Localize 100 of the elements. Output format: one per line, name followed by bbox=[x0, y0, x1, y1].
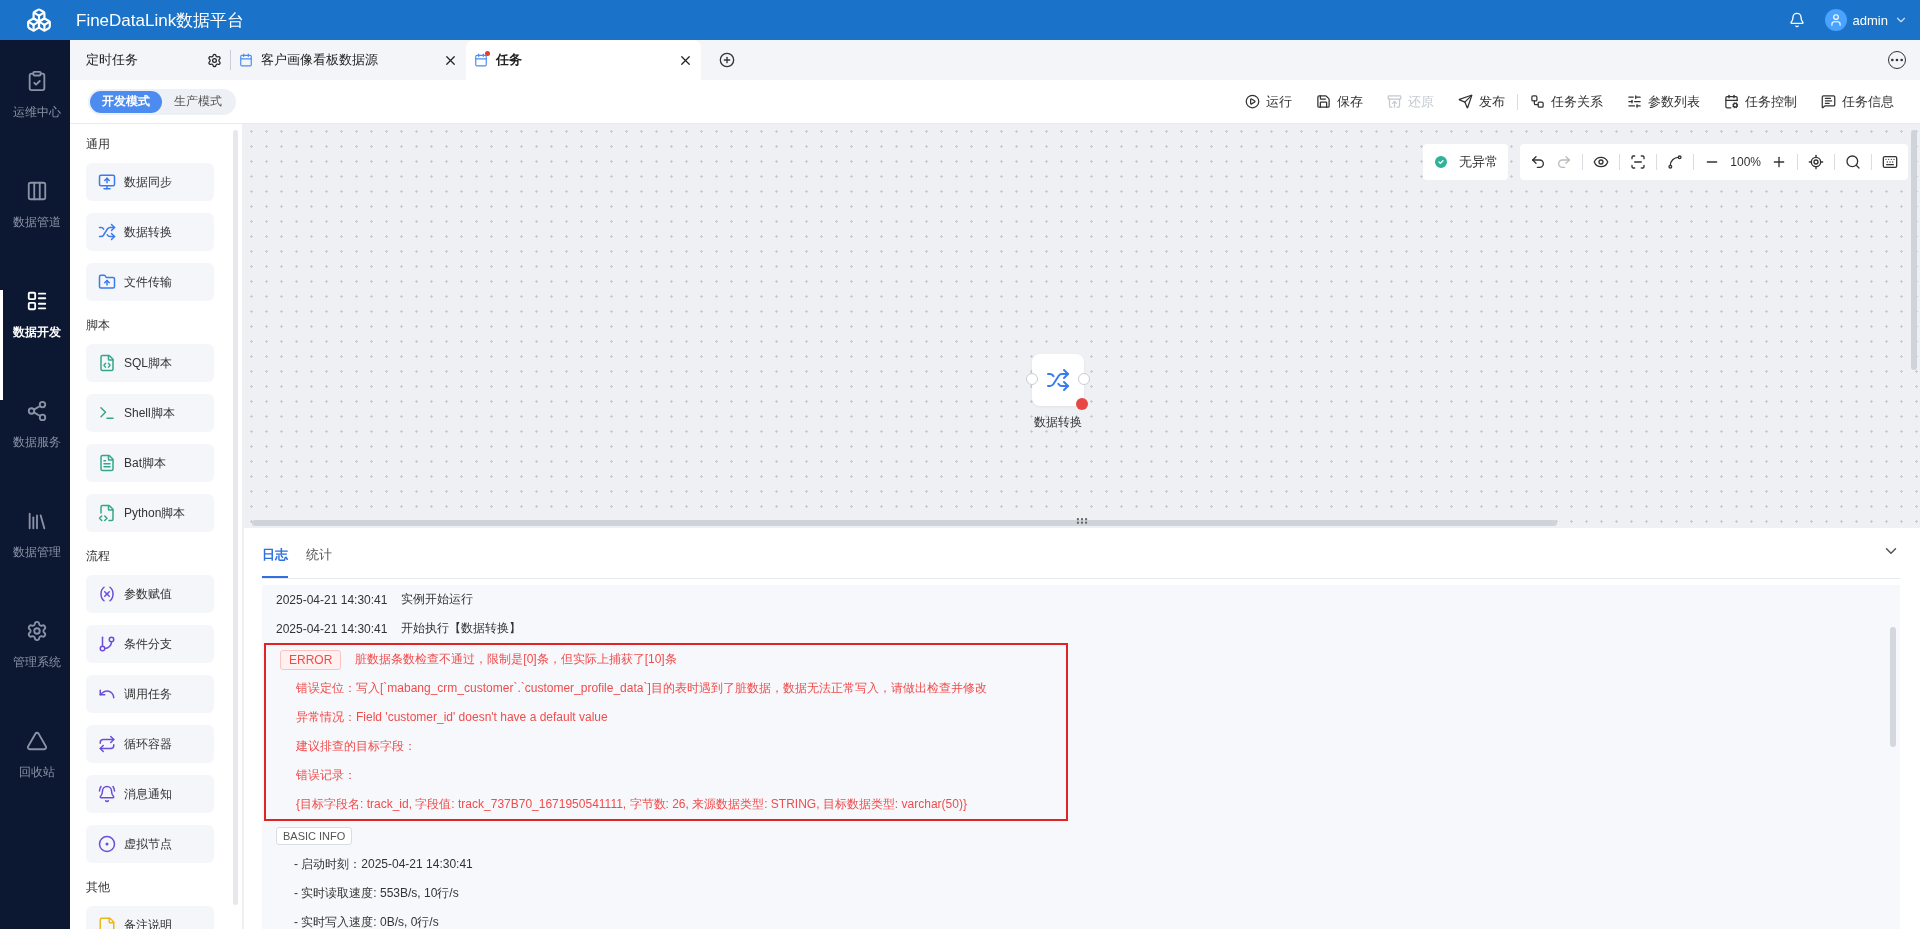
repeat-icon bbox=[98, 735, 116, 753]
node-card[interactable]: Python脚本 bbox=[86, 494, 214, 532]
toolbar-button[interactable]: 参数列表 bbox=[1615, 92, 1712, 111]
undo-icon[interactable] bbox=[1530, 154, 1547, 170]
zoom-in-icon[interactable] bbox=[1771, 154, 1787, 170]
variable-icon bbox=[98, 585, 116, 603]
toolbar-button[interactable]: 任务控制 bbox=[1712, 92, 1809, 111]
folder-icon bbox=[98, 273, 116, 291]
restore-icon bbox=[1387, 94, 1402, 109]
share-icon bbox=[25, 400, 48, 422]
toolbar-button[interactable]: 保存 bbox=[1304, 92, 1375, 111]
log-message: 开始执行【数据转换】 bbox=[401, 620, 522, 637]
save-icon bbox=[1316, 94, 1331, 109]
log-tab[interactable]: 统计 bbox=[306, 546, 332, 578]
branch-icon bbox=[98, 635, 116, 653]
shuffle-icon bbox=[98, 223, 116, 241]
node-card[interactable]: Shell脚本 bbox=[86, 394, 214, 432]
locate-icon[interactable] bbox=[1808, 154, 1824, 170]
eye-icon[interactable] bbox=[1593, 154, 1610, 170]
nav-item[interactable]: 管理系统 bbox=[0, 620, 70, 730]
log-tab[interactable]: 日志 bbox=[262, 546, 288, 578]
notification-icon[interactable] bbox=[1788, 12, 1805, 28]
shuffle-icon bbox=[1046, 368, 1070, 392]
scrollbar[interactable] bbox=[1890, 627, 1896, 747]
tab[interactable]: 定时任务 bbox=[70, 40, 230, 80]
columns-icon bbox=[25, 180, 48, 202]
send-icon bbox=[1458, 94, 1473, 109]
input-port[interactable] bbox=[1026, 373, 1038, 385]
nav-item[interactable]: 数据管理 bbox=[0, 510, 70, 620]
node-card[interactable]: SQL脚本 bbox=[86, 344, 214, 382]
log-detail: - 实时读取速度: 553B/s, 10行/s bbox=[294, 885, 459, 902]
note-icon bbox=[98, 916, 116, 929]
node-card[interactable]: 参数赋值 bbox=[86, 575, 214, 613]
file-icon bbox=[98, 454, 116, 472]
scrollbar[interactable] bbox=[252, 520, 1557, 526]
error-detail: 异常情况：Field 'customer_id' doesn't have a default value bbox=[296, 709, 608, 726]
error-detail: 错误定位：写入[`mabang_crm_customer`.`customer_profile_data`]目的表时遇到了脏数据，数据无法正常写入，请做出检查并修改 bbox=[296, 680, 987, 697]
connector-icon[interactable] bbox=[1667, 154, 1684, 170]
code-file-icon bbox=[98, 504, 116, 522]
scrollbar[interactable] bbox=[233, 130, 238, 905]
node-card[interactable]: 调用任务 bbox=[86, 675, 214, 713]
avatar-icon bbox=[1824, 9, 1847, 31]
settings-icon[interactable] bbox=[207, 52, 222, 68]
node-card[interactable]: 循环容器 bbox=[86, 725, 214, 763]
monitor-icon bbox=[98, 173, 116, 191]
triangle-icon bbox=[25, 730, 48, 752]
nav-item[interactable]: 数据管道 bbox=[0, 180, 70, 290]
toolbar-button[interactable]: 发布 bbox=[1446, 92, 1517, 111]
error-message: 脏数据条数检查不通过，限制是[0]条，但实际上捕获了[10]条 bbox=[355, 651, 677, 668]
calendar-gear-icon bbox=[1724, 94, 1739, 109]
keyboard-icon[interactable] bbox=[1882, 154, 1898, 170]
toolbar-button[interactable]: 运行 bbox=[1233, 92, 1304, 111]
group-title: 通用 bbox=[86, 136, 111, 153]
zoom-level: 100% bbox=[1730, 155, 1761, 169]
search-icon[interactable] bbox=[1845, 154, 1861, 170]
node-card[interactable]: Bat脚本 bbox=[86, 444, 214, 482]
bell-icon bbox=[98, 785, 116, 803]
code-file-icon bbox=[98, 354, 116, 372]
status-text: 无异常 bbox=[1459, 153, 1499, 171]
nav-item[interactable]: 运维中心 bbox=[0, 70, 70, 180]
error-tag: ERROR bbox=[280, 649, 342, 670]
log-time: 2025-04-21 14:30:41 bbox=[276, 592, 388, 607]
toolbar-button[interactable]: 任务关系 bbox=[1518, 92, 1615, 111]
node-card[interactable]: 消息通知 bbox=[86, 775, 214, 813]
task-node[interactable] bbox=[1032, 354, 1084, 406]
log-detail: - 启动时刻：2025-04-21 14:30:41 bbox=[294, 856, 473, 873]
error-detail: 建议排查的目标字段： bbox=[296, 738, 416, 755]
terminal-icon bbox=[98, 404, 116, 422]
add-tab-icon[interactable] bbox=[719, 52, 735, 68]
log-time: 2025-04-21 14:30:41 bbox=[276, 621, 388, 636]
mode-option[interactable]: 生产模式 bbox=[162, 90, 234, 113]
log-detail: - 实时写入速度: 0B/s, 0行/s bbox=[294, 914, 439, 929]
group-title: 流程 bbox=[86, 548, 111, 565]
error-detail: 错误记录： bbox=[296, 767, 356, 784]
user-menu[interactable]: admin bbox=[1824, 9, 1908, 31]
workflow-icon bbox=[1530, 94, 1545, 109]
logo-icon bbox=[26, 7, 52, 33]
node-card[interactable]: 数据同步 bbox=[86, 163, 214, 201]
nav-item[interactable]: 回收站 bbox=[0, 730, 70, 840]
list-icon bbox=[25, 290, 48, 312]
nav-item[interactable]: 数据服务 bbox=[0, 400, 70, 510]
check-icon bbox=[1433, 154, 1450, 170]
node-card[interactable]: 条件分支 bbox=[86, 625, 214, 663]
scrollbar[interactable] bbox=[1911, 130, 1917, 370]
node-card[interactable]: 文件传输 bbox=[86, 263, 214, 301]
node-card[interactable]: 数据转换 bbox=[86, 213, 214, 251]
node-card[interactable]: 虚拟节点 bbox=[86, 825, 214, 863]
tab[interactable]: 客户画像看板数据源 bbox=[231, 40, 466, 80]
group-title: 脚本 bbox=[86, 317, 111, 334]
play-icon bbox=[1245, 94, 1260, 109]
group-title: 其他 bbox=[86, 879, 111, 896]
target-icon bbox=[98, 835, 116, 853]
log-message: 实例开始运行 bbox=[401, 591, 474, 608]
toolbar-button[interactable]: 任务信息 bbox=[1809, 92, 1906, 111]
fit-icon[interactable] bbox=[1630, 154, 1647, 170]
app-title: FineDataLink数据平台 bbox=[76, 9, 246, 32]
message-icon bbox=[1821, 94, 1836, 109]
gear-icon bbox=[25, 620, 48, 642]
info-tag: BASIC INFO bbox=[276, 826, 353, 845]
tab[interactable]: 任务 bbox=[466, 40, 701, 80]
